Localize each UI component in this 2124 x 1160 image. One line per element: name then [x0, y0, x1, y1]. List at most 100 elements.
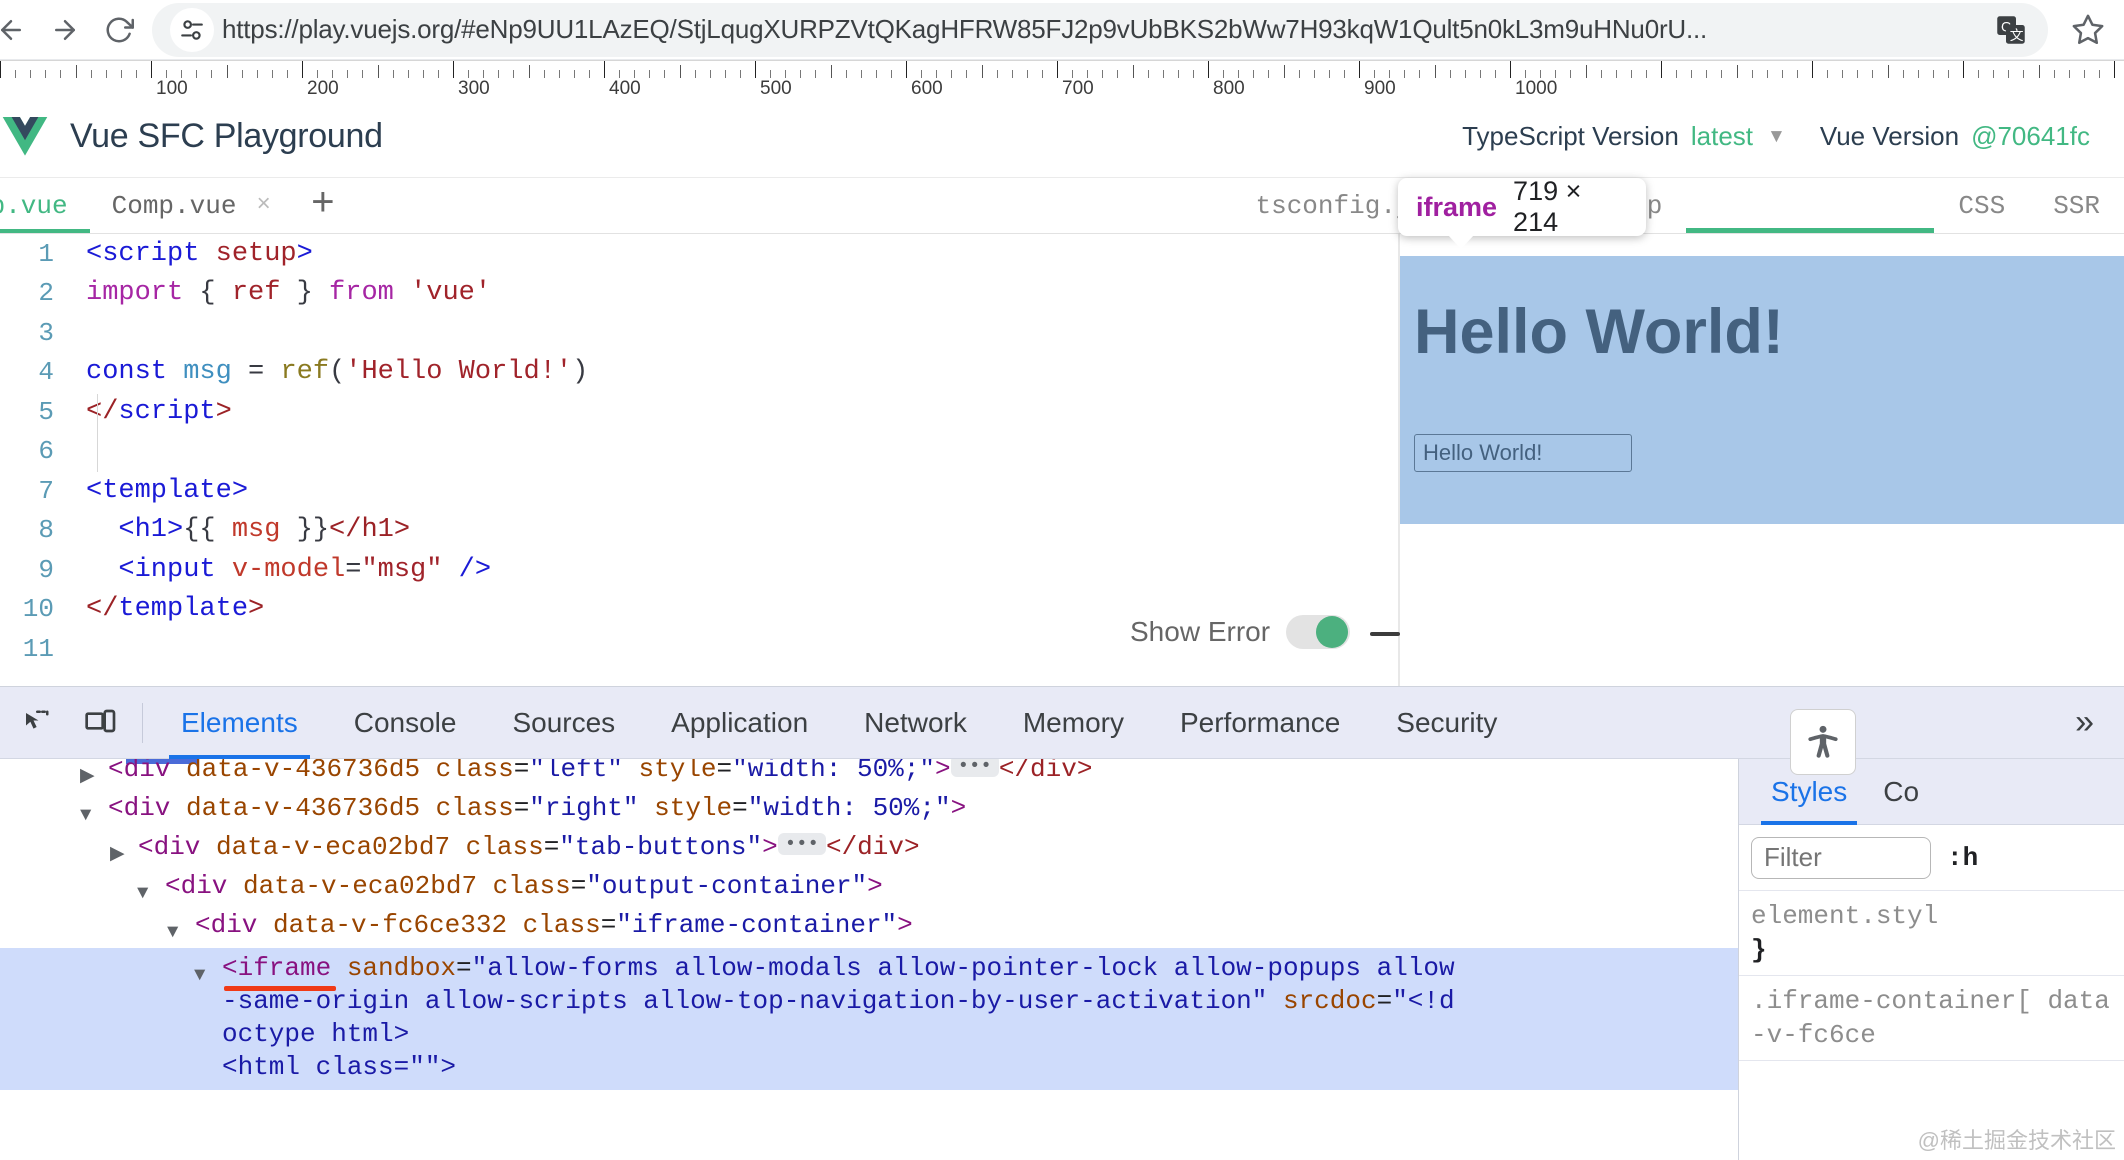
- ruler-tick: [407, 70, 409, 78]
- tab-preview[interactable]: Preview: [1686, 178, 1935, 233]
- dom-tree-row-selected[interactable]: ▼ <iframe sandbox="allow-forms allow-moda…: [0, 948, 1738, 1090]
- tab-computed[interactable]: Co: [1865, 759, 1937, 825]
- ruler-tick: [1147, 70, 1149, 78]
- ruler-tick: [2038, 65, 2040, 78]
- ruler-tick: [75, 65, 77, 78]
- collapse-arrow-icon[interactable]: ▼: [167, 916, 178, 949]
- dom-tree-row[interactable]: ▶ <div data-v-436736d5 class="left" style…: [80, 759, 1092, 787]
- ruler-tick: [1857, 70, 1859, 78]
- ruler-tick: [286, 70, 288, 78]
- collapse-arrow-icon[interactable]: ▼: [80, 799, 91, 832]
- svg-text:文: 文: [2010, 28, 2024, 43]
- code-line[interactable]: 6: [0, 432, 1398, 472]
- ruler-tick: [1464, 70, 1466, 78]
- line-number: 2: [38, 278, 54, 309]
- ruler-tick: [151, 60, 152, 78]
- code-line[interactable]: 1 <script setup>: [0, 234, 1398, 274]
- tab-security[interactable]: Security: [1368, 687, 1525, 759]
- tab-performance[interactable]: Performance: [1152, 687, 1368, 759]
- ruler-label: 600: [911, 78, 943, 96]
- ruler-tick: [1102, 70, 1104, 78]
- ruler-label: 500: [760, 78, 792, 96]
- tab-console[interactable]: Console: [326, 687, 485, 759]
- file-tab-app-vue[interactable]: pp.vue: [0, 178, 90, 233]
- ruler-tick: [181, 70, 183, 78]
- dom-tree-row[interactable]: ▼ <div data-v-fc6ce332 class="iframe-cont…: [167, 909, 913, 943]
- code-line[interactable]: 3: [0, 313, 1398, 353]
- code-line[interactable]: 5 </script>: [0, 392, 1398, 432]
- ruler-tick: [15, 70, 17, 78]
- tab-application[interactable]: Application: [643, 687, 836, 759]
- line-number: 4: [38, 357, 54, 388]
- styles-panel: Styles Co :h element.styl } .iframe-cont…: [1738, 759, 2124, 1160]
- tab-elements[interactable]: Elements: [153, 687, 326, 759]
- device-toolbar-button[interactable]: [68, 691, 132, 755]
- ruler-tick: [1374, 70, 1376, 78]
- ruler-tick: [1208, 60, 1209, 78]
- code-line[interactable]: 2 import { ref } from 'vue': [0, 274, 1398, 314]
- code-line[interactable]: 4 const msg = ref('Hello World!'): [0, 353, 1398, 393]
- preview-pane: Hello World!: [1400, 234, 2124, 686]
- bookmark-button[interactable]: [2058, 3, 2118, 57]
- ruler-tick: [1026, 70, 1028, 78]
- preview-text-input[interactable]: [1414, 434, 1632, 472]
- ruler-tick: [1238, 70, 1240, 78]
- more-tabs-button[interactable]: »: [2045, 703, 2124, 742]
- file-tab-comp-vue[interactable]: Comp.vue ×: [90, 178, 293, 233]
- ruler-tick: [1781, 70, 1783, 78]
- pane-resize-handle[interactable]: [1370, 632, 1400, 636]
- dom-tree-row[interactable]: ▶ <div data-v-eca02bd7 class="tab-buttons…: [110, 831, 920, 865]
- code-text: <template>: [86, 475, 249, 506]
- ruler-label: 1000: [1515, 78, 1558, 96]
- reload-button[interactable]: [92, 3, 146, 57]
- translate-button[interactable]: G 文: [1988, 7, 2034, 53]
- show-error-control[interactable]: Show Error: [1130, 615, 1351, 649]
- code-line[interactable]: 9 <input v-model="msg" />: [0, 550, 1398, 590]
- css-rule-iframe-container[interactable]: .iframe-container[ data-v-fc6ce: [1739, 976, 2124, 1061]
- add-file-button[interactable]: +: [293, 178, 353, 233]
- collapse-arrow-icon[interactable]: ▼: [194, 959, 205, 992]
- ruler-tick: [1661, 60, 1662, 78]
- forward-button[interactable]: [38, 3, 92, 57]
- ruler-tick: [1162, 70, 1164, 78]
- tab-memory[interactable]: Memory: [995, 687, 1152, 759]
- ruler-tick: [1419, 70, 1421, 78]
- dom-tree-row[interactable]: ▼ <div data-v-eca02bd7 class="output-cont…: [137, 870, 883, 904]
- dom-tree-row[interactable]: ▼ <div data-v-436736d5 class="right" styl…: [80, 792, 966, 826]
- vue-version-selector[interactable]: Vue Version @70641fc: [1820, 121, 2090, 152]
- close-icon[interactable]: ×: [256, 192, 270, 219]
- expand-arrow-icon[interactable]: ▶: [110, 838, 125, 871]
- back-button[interactable]: [0, 3, 38, 57]
- ruler-tick: [709, 70, 711, 78]
- collapse-arrow-icon[interactable]: ▼: [137, 877, 148, 910]
- styles-filter-input[interactable]: [1751, 836, 1931, 879]
- dom-tree-panel[interactable]: ▶ <div data-v-436736d5 class="left" style…: [0, 759, 1738, 1160]
- tab-css[interactable]: CSS: [1934, 178, 2029, 233]
- code-text: <input v-model="msg" />: [118, 554, 492, 585]
- ruler-tick: [468, 70, 470, 78]
- typescript-version-selector[interactable]: TypeScript Version latest ▼: [1462, 121, 1786, 152]
- address-bar[interactable]: https://play.vuejs.org/#eNp9UU1LAzEQ/Stj…: [152, 2, 2048, 57]
- hover-state-button[interactable]: :h: [1947, 843, 1978, 873]
- expand-ellipsis-badge[interactable]: •••: [950, 759, 999, 778]
- code-line[interactable]: 8 <h1>{{ msg }}</h1>: [0, 511, 1398, 551]
- chevron-down-icon: ▼: [1767, 125, 1786, 147]
- css-rule-element-style[interactable]: element.styl }: [1739, 891, 2124, 976]
- expand-arrow-icon[interactable]: ▶: [80, 760, 95, 793]
- tab-sources[interactable]: Sources: [484, 687, 643, 759]
- ruler-tick: [1676, 70, 1678, 78]
- watermark: @稀土掘金技术社区: [1917, 1128, 2116, 1153]
- show-error-toggle[interactable]: [1286, 615, 1351, 649]
- ruler-tick: [317, 70, 319, 78]
- code-line[interactable]: 7 <template>: [0, 471, 1398, 511]
- ruler-label: 700: [1062, 78, 1094, 96]
- expand-ellipsis-badge[interactable]: •••: [777, 833, 826, 856]
- ruler-tick: [619, 70, 621, 78]
- accessibility-button[interactable]: [1790, 709, 1856, 775]
- site-info-button[interactable]: [170, 7, 214, 52]
- tab-network[interactable]: Network: [836, 687, 995, 759]
- inspect-element-button[interactable]: [4, 691, 68, 755]
- ruler-tick: [1902, 70, 1904, 78]
- tab-ssr[interactable]: SSR: [2029, 178, 2124, 233]
- ruler-tick: [1645, 70, 1647, 78]
